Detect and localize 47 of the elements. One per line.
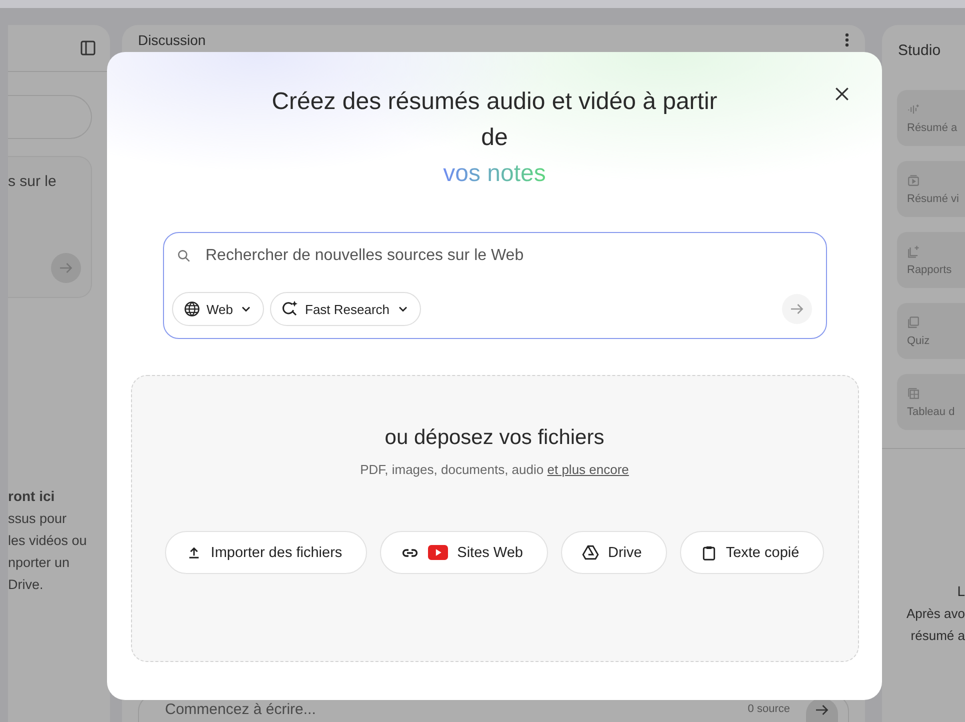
video-icon (907, 174, 920, 186)
empty-text: résumé a (910, 628, 965, 643)
sparkle-search-icon (281, 300, 299, 318)
empty-text: ssus pour (8, 511, 68, 526)
drive-icon (582, 544, 599, 561)
source-button[interactable]: Sites Web (380, 531, 548, 574)
input-placeholder: Commencez à écrire... (165, 700, 317, 718)
drop-zone[interactable]: ou déposez vos fichiers PDF, images, documents, audio et plus encore Importer des fichiers Sites Web Drive Texte copié (130, 375, 858, 662)
tile-label: Rapports (907, 264, 953, 276)
search-icon (176, 248, 192, 264)
source-button[interactable]: Importer des fichiers (164, 531, 368, 574)
more-formats-link[interactable]: et plus encore (547, 462, 629, 477)
quiz-icon (907, 316, 920, 328)
drop-hint: PDF, images, documents, audio et plus encore (360, 462, 629, 477)
dialog-title: Créez des résumés audio et vidéo à partir (272, 87, 718, 117)
empty-title: ront ici (8, 488, 56, 504)
search-field[interactable]: Rechercher de nouvelles sources sur le Web Web Fast Research (162, 232, 826, 339)
source-button[interactable]: Drive (560, 531, 667, 574)
empty-text: les vidéos ou (8, 533, 88, 548)
table-icon (907, 386, 920, 400)
panel-toggle-icon[interactable] (80, 40, 96, 56)
dialog-title: de (481, 123, 508, 153)
source-button[interactable]: Texte copié (680, 531, 824, 574)
report-icon (907, 244, 920, 258)
source-dropdown[interactable]: Web (172, 292, 264, 326)
send-button[interactable] (806, 698, 838, 722)
tile-label: Quiz (907, 334, 931, 346)
submit-button[interactable] (782, 294, 812, 324)
globe-icon (182, 300, 200, 318)
clipboard-icon (700, 544, 717, 560)
search-placeholder: Rechercher de nouvelles sources sur le Web (206, 247, 524, 265)
panel-title: Studio (898, 42, 941, 58)
audio-wave-icon (907, 102, 920, 116)
empty-text: nporter un (8, 555, 71, 570)
empty-text: Drive. (8, 577, 44, 592)
drop-heading: ou déposez vos fichiers (384, 426, 604, 450)
tile-label: Résumé vi (907, 192, 960, 204)
empty-text: L (957, 583, 965, 599)
more-icon[interactable] (845, 32, 849, 48)
source-dropdown[interactable]: Fast Research (270, 292, 421, 326)
source-count: 0 source (748, 703, 790, 715)
tile-label: Tableau d (907, 406, 956, 418)
card-text: s sur le (8, 173, 58, 190)
panel-title: Discussion (138, 32, 206, 49)
tile-label: Résumé a (907, 122, 958, 134)
play-icon (428, 545, 448, 560)
empty-text: Après avo (906, 606, 965, 621)
